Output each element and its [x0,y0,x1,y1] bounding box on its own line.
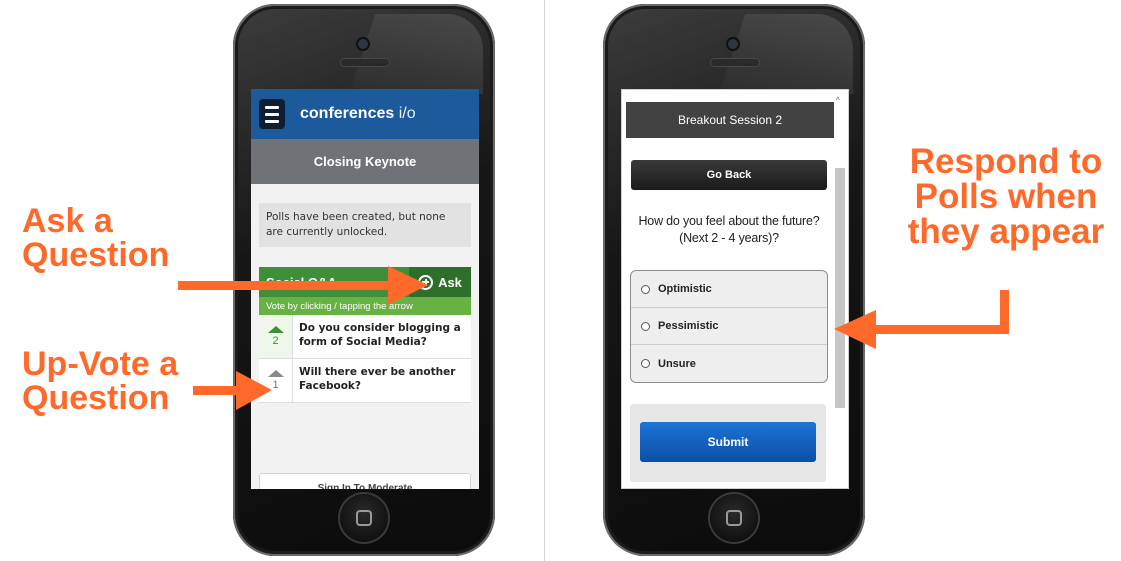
session-title: Breakout Session 2 [626,102,834,138]
option-label: Pessimistic [658,320,719,332]
question-text: Will there ever be another Facebook? [299,366,456,393]
right-screen: Breakout Session 2 ^ Go Back How do you … [621,89,849,489]
home-button[interactable] [340,494,388,542]
vote-count: 2 [272,335,279,348]
center-divider [544,0,545,561]
annotation-arrows [178,266,1009,410]
plus-circle-icon [418,274,434,290]
option-label: Unsure [658,357,696,370]
question-row: 1 Will there ever be another Facebook? [259,359,471,404]
submit-panel: Submit [630,404,826,482]
arrow-respond-shaft [870,325,1009,334]
ask-button[interactable]: Ask [409,267,471,298]
left-screen: conferences i/o Closing Keynote Polls ha… [251,89,479,489]
question-row: 2 Do you consider blogging a form of Soc… [259,315,471,360]
poll-option-optimistic[interactable]: Optimistic [631,271,827,308]
poll-option-pessimistic[interactable]: Pessimistic [631,308,827,345]
poll-notice: Polls have been created, but none are cu… [259,203,471,248]
qa-title: Social Q&A [266,274,337,290]
upvote-button[interactable]: 1 [259,359,293,403]
vote-count: 1 [272,379,279,392]
camera-icon [358,39,368,49]
app-topbar: conferences i/o [251,89,479,139]
home-square-icon [356,510,372,526]
arrow-respond-vertical [1000,290,1009,334]
poll-question: How do you feel about the future? (Next … [638,214,820,245]
sign-in-button[interactable]: Sign In To Moderate [259,473,471,489]
brand-logo: conferences i/o [300,105,416,122]
home-square-icon [726,510,742,526]
poll-option-unsure[interactable]: Unsure [631,345,827,382]
speaker-grille [710,58,760,67]
radio-icon[interactable] [641,321,650,331]
annotation-respond: Respond to Polls when they appear [907,142,1105,251]
phone-right: Breakout Session 2 ^ Go Back How do you … [603,4,865,556]
phone-left: conferences i/o Closing Keynote Polls ha… [233,4,495,556]
poll-options: Optimistic Pessimistic Unsure [630,270,828,383]
home-button[interactable] [710,494,758,542]
speaker-grille [340,58,390,67]
chevron-up-icon [267,370,284,378]
ask-label: Ask [438,274,462,290]
camera-icon [728,39,738,49]
vote-hint: Vote by clicking / tapping the arrow [259,297,471,316]
option-label: Optimistic [658,283,712,295]
session-title: Closing Keynote [251,139,479,184]
annotation-ask: Ask a Question [22,202,170,274]
radio-icon[interactable] [641,359,650,368]
submit-button[interactable]: Submit [640,422,816,462]
menu-icon[interactable] [259,99,285,129]
chevron-up-icon [267,326,284,334]
go-back-button[interactable]: Go Back [631,160,827,190]
question-text: Do you consider blogging a form of Socia… [299,322,461,349]
qa-header: Social Q&A Ask [259,267,471,298]
radio-icon[interactable] [641,284,650,294]
annotation-upvote: Up-Vote a Question [22,345,179,417]
scrollbar-thumb[interactable] [835,168,845,408]
scroll-up-icon[interactable]: ^ [836,96,840,105]
upvote-button[interactable]: 2 [259,315,293,359]
